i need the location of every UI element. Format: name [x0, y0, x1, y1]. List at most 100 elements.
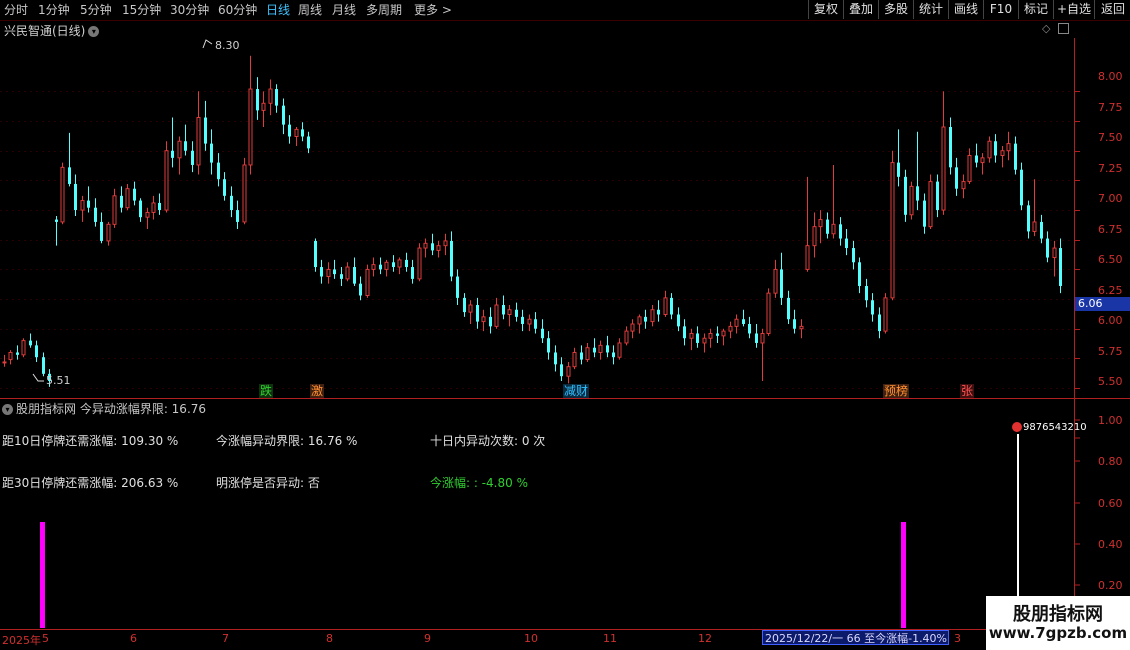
candle-body [314, 240, 317, 268]
candle-body [288, 124, 291, 137]
event-label[interactable]: 跌 [259, 384, 274, 398]
event-label[interactable]: 张 [960, 384, 975, 398]
candle-body [1000, 150, 1005, 156]
candle-body [612, 352, 615, 358]
candle-body [405, 259, 408, 268]
indicator-title[interactable]: ▾ 股朋指标网 今异动涨幅界限: 16.76 [2, 400, 206, 417]
candle-body [468, 304, 473, 313]
candle-body [436, 245, 441, 251]
candle-body [527, 318, 532, 325]
candle-body [16, 352, 19, 355]
candle-body [883, 297, 888, 332]
indicator-tick: 0.80 [1098, 455, 1123, 468]
candle-body [443, 240, 448, 247]
candle-body [68, 167, 71, 184]
candle-body [411, 267, 414, 279]
candle-body [799, 325, 804, 330]
candle-body [210, 143, 213, 163]
info-field: 距10日停牌还需涨幅: 109.30 % [2, 434, 179, 448]
candle-body [708, 332, 713, 339]
signal-bar [40, 522, 45, 628]
event-label[interactable]: 减财 [563, 384, 590, 398]
chevron-down-icon[interactable]: ▾ [2, 404, 13, 415]
candle-body [242, 164, 247, 223]
candle-body [593, 347, 596, 353]
candle-body [541, 328, 544, 339]
flag-icon [1012, 422, 1022, 432]
candle-body [112, 195, 117, 225]
candle-body [371, 264, 376, 270]
candle-body [191, 150, 194, 165]
candle-body [481, 316, 486, 323]
candle-body [256, 89, 259, 111]
candle-body [125, 188, 130, 209]
candle-body [502, 305, 505, 315]
candle-body [417, 247, 422, 280]
candle-body [177, 140, 182, 159]
candle-body [301, 129, 304, 137]
candle-body [139, 200, 142, 218]
time-label: 12 [698, 632, 712, 645]
indicator-tick: 0.60 [1098, 497, 1123, 510]
candle-body [865, 286, 868, 301]
price-tick: 6.25 [1098, 284, 1123, 297]
candle-body [845, 238, 848, 249]
cursor-date-status: 2025/12/22/一 66 至今涨幅-1.40% [762, 630, 949, 645]
candle-body [261, 102, 266, 111]
price-tick: 7.25 [1098, 162, 1123, 175]
candle-body [812, 226, 817, 247]
candle-body [624, 330, 629, 344]
kline-chart [0, 38, 1130, 648]
candle-body [120, 195, 123, 208]
candle-body [1032, 221, 1037, 232]
candle-body [637, 316, 642, 325]
candle-body [359, 283, 362, 296]
candle-body [326, 268, 331, 278]
candle-body [755, 333, 758, 343]
indicator-tick: 0.40 [1098, 538, 1123, 551]
candle-body [494, 304, 499, 327]
indicator-flag: 9876543210 [1012, 422, 1087, 433]
candle-body [184, 141, 187, 151]
candle-body [696, 333, 699, 343]
event-label[interactable]: 激 [310, 384, 325, 398]
info-field: 今涨幅: : -4.80 % [430, 476, 528, 490]
candle-body [916, 186, 919, 201]
candle-body [547, 338, 550, 353]
event-label[interactable]: 预榜 [883, 384, 910, 398]
candle-body [87, 200, 90, 208]
candle-body [456, 276, 459, 298]
high-price-label: 8.30 [215, 39, 240, 52]
time-label: 3 [954, 632, 961, 645]
candle-body [171, 150, 174, 158]
candle-body [94, 207, 97, 222]
candle-body [961, 181, 966, 190]
candle-body [955, 167, 958, 189]
candle-body [742, 319, 745, 324]
candle-body [392, 262, 395, 268]
candle-body [670, 297, 673, 315]
candle-body [975, 155, 978, 163]
candle-body [164, 150, 169, 211]
candle-body [521, 316, 524, 324]
candle-body [580, 352, 583, 360]
candle-body [878, 314, 881, 332]
price-tick: 5.75 [1098, 345, 1123, 358]
candle-body [248, 88, 253, 166]
candles [2, 55, 1062, 387]
candle-body [534, 319, 537, 329]
info-field: 今涨幅异动界限: 16.76 % [216, 434, 358, 448]
candle-body [196, 117, 201, 166]
candle-body [223, 179, 226, 196]
time-label: 6 [130, 632, 137, 645]
candle-body [928, 181, 933, 228]
price-tick: 6.75 [1098, 223, 1123, 236]
candle-body [949, 127, 952, 168]
candle-body [230, 195, 233, 211]
candle-body [734, 318, 739, 327]
candle-body [748, 323, 751, 334]
candle-body [320, 267, 323, 277]
candle-body [890, 162, 895, 299]
time-label: 7 [222, 632, 229, 645]
candle-body [826, 219, 829, 234]
